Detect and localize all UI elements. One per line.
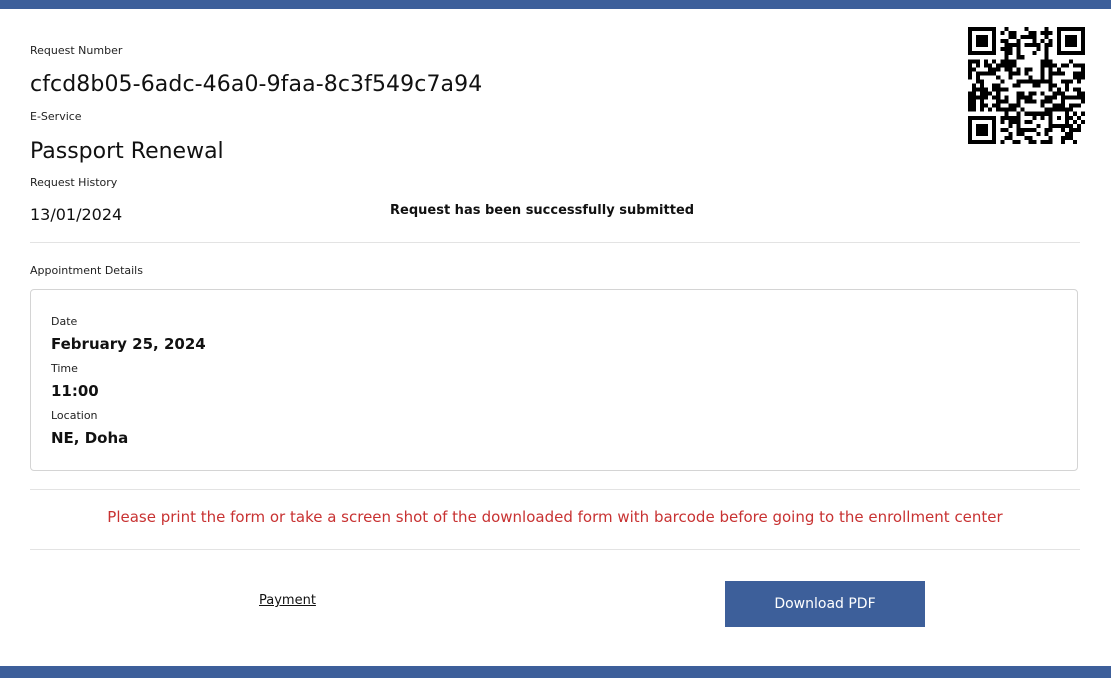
date-label: Date	[51, 315, 78, 328]
appointment-details-label: Appointment Details	[30, 264, 143, 277]
divider	[30, 549, 1080, 550]
download-pdf-button[interactable]: Download PDF	[725, 581, 925, 627]
e-service-label: E-Service	[30, 110, 82, 123]
appointment-date: February 25, 2024	[51, 335, 206, 353]
enrollment-notice: Please print the form or take a screen s…	[107, 508, 1003, 526]
divider	[30, 242, 1080, 243]
location-label: Location	[51, 409, 98, 422]
request-number: cfcd8b05-6adc-46a0-9faa-8c3f549c7a94	[30, 72, 483, 97]
request-number-label: Request Number	[30, 44, 123, 57]
e-service-name: Passport Renewal	[30, 139, 224, 164]
payment-link[interactable]: Payment	[259, 593, 316, 608]
top-accent-bar	[0, 0, 1111, 9]
appointment-location: NE, Doha	[51, 429, 129, 447]
appointment-time: 11:00	[51, 382, 99, 400]
appointment-card: Date February 25, 2024 Time 11:00 Locati…	[30, 289, 1078, 471]
request-history-label: Request History	[30, 176, 118, 189]
history-status: Request has been successfully submitted	[390, 203, 695, 218]
qr-code-icon	[968, 27, 1085, 144]
history-date: 13/01/2024	[30, 205, 123, 224]
divider	[30, 489, 1080, 490]
bottom-accent-bar	[0, 666, 1111, 678]
time-label: Time	[51, 362, 78, 375]
